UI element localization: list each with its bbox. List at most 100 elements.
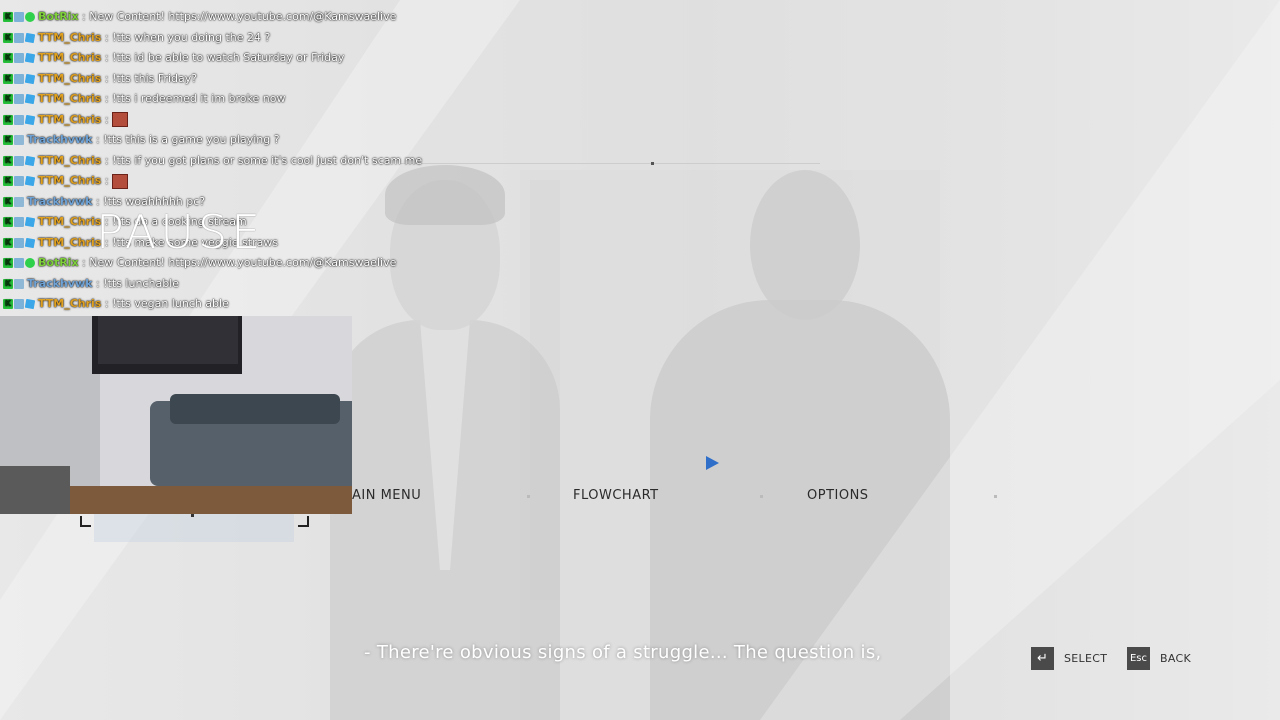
play-cursor-icon: [706, 456, 719, 470]
chat-badge-icon: [3, 12, 13, 22]
chat-badges: [3, 172, 36, 190]
chat-text: !tts when you doing the 24 ?: [112, 30, 271, 44]
chat-badges: [3, 70, 36, 88]
chat-username: TTM_Chris: [38, 71, 102, 85]
chat-separator: :: [101, 112, 113, 126]
chat-badges: [3, 213, 36, 231]
chat-badge-icon: [14, 32, 24, 43]
selection-tick: [191, 514, 194, 517]
chat-username: BotRix: [38, 256, 79, 269]
chat-message: BotRix : New Content! https://www.youtub…: [3, 8, 396, 26]
chat-username: TTM_Chris: [38, 112, 102, 126]
chat-badge-icon: [24, 237, 36, 248]
chat-username: TTM_Chris: [38, 215, 102, 228]
chat-badge-icon: [3, 135, 13, 145]
chat-badges: [3, 8, 36, 26]
chat-badges: [3, 29, 36, 47]
chat-username: TTM_Chris: [38, 297, 102, 310]
dialogue-subtitle: - There're obvious signs of a struggle..…: [364, 642, 882, 663]
chat-username: BotRix: [38, 10, 79, 23]
select-hint[interactable]: SELECT: [1031, 646, 1107, 670]
chat-badges: [3, 152, 36, 170]
chat-badge-icon: [3, 258, 13, 268]
chat-message: TTM_Chris : !tts this Friday?: [3, 70, 197, 88]
chat-badge-icon: [3, 32, 13, 43]
chat-badge-icon: [14, 237, 24, 248]
chat-badge-icon: [14, 12, 24, 22]
chat-message: TTM_Chris :: [3, 111, 129, 129]
chat-username: TTM_Chris: [38, 51, 102, 64]
chat-badge-icon: [14, 258, 24, 268]
menu-separator: [994, 495, 997, 498]
menu-item-options[interactable]: OPTIONS: [807, 488, 869, 503]
back-hint[interactable]: Esc BACK: [1127, 646, 1191, 670]
chat-username: TTM_Chris: [38, 92, 102, 105]
chat-badges: [3, 111, 36, 129]
chat-badge-icon: [24, 93, 36, 105]
chat-separator: :: [101, 92, 113, 105]
chat-badge-icon: [3, 196, 13, 207]
chat-username: TTM_Chris: [38, 235, 102, 249]
chat-badge-icon: [24, 52, 36, 64]
chat-username: TTM_Chris: [38, 174, 102, 187]
chat-badge-icon: [24, 155, 36, 166]
chat-badge-icon: [3, 155, 13, 166]
chat-badge-icon: [14, 135, 24, 145]
chat-badge-icon: [24, 73, 36, 84]
chat-badges: [3, 254, 36, 272]
chat-separator: :: [101, 153, 113, 167]
chat-separator: :: [101, 30, 113, 44]
menu-separator: [527, 495, 530, 498]
chat-username: Trackhvwk: [27, 133, 93, 146]
chat-badges: [3, 193, 25, 211]
menu-item-main-menu[interactable]: AIN MENU: [352, 488, 421, 503]
pause-divider-dot: [651, 162, 654, 165]
chat-message: TTM_Chris : !tts i redeemed it im broke …: [3, 90, 285, 108]
chat-text: !tts id be able to watch Saturday or Fri…: [112, 51, 345, 64]
chat-badges: [3, 295, 36, 313]
chat-text: !tts this is a game you playing ?: [103, 133, 280, 146]
back-hint-label: BACK: [1160, 651, 1191, 665]
chat-message: TTM_Chris : !tts if you got plans or som…: [3, 152, 422, 170]
chat-text: !tts this Friday?: [112, 71, 198, 85]
chat-badge-icon: [3, 94, 13, 104]
chat-badge-icon: [24, 114, 36, 125]
chat-badge-icon: [25, 12, 35, 22]
chat-badge-icon: [14, 155, 24, 166]
chat-badges: [3, 275, 25, 293]
chat-separator: :: [101, 51, 113, 64]
chat-message: TTM_Chris :: [3, 172, 129, 190]
chat-message: TTM_Chris : !tts id be able to watch Sat…: [3, 49, 344, 67]
chat-text: !tts if you got plans or some it's cool …: [112, 153, 423, 167]
stream-chat-overlay: BotRix : New Content! https://www.youtub…: [0, 0, 520, 316]
chat-separator: :: [92, 133, 104, 146]
enter-key-icon: [1031, 646, 1054, 670]
chat-badge-icon: [14, 114, 24, 125]
chat-text: !tts i redeemed it im broke now: [112, 92, 286, 105]
chat-badge-icon: [3, 114, 13, 125]
chat-badges: [3, 90, 36, 108]
esc-key-icon: Esc: [1127, 646, 1150, 670]
page-title: PAUSE: [96, 205, 265, 259]
chat-separator: :: [78, 256, 90, 269]
webcam-overlay: [0, 316, 352, 514]
chat-emote-icon: [112, 173, 129, 189]
chat-badge-icon: [3, 176, 13, 186]
chat-text: !tts lunchable: [103, 276, 180, 290]
menu-highlight-bar: [94, 514, 294, 542]
chat-badge-icon: [3, 53, 13, 63]
chat-badge-icon: [3, 278, 13, 289]
chat-badge-icon: [3, 299, 13, 309]
chat-emote-icon: [112, 112, 129, 127]
chat-badge-icon: [25, 258, 35, 268]
chat-badge-icon: [14, 94, 24, 104]
chat-badge-icon: [14, 196, 24, 207]
chat-badge-icon: [24, 32, 36, 43]
chat-username: Trackhvwk: [27, 276, 93, 290]
menu-item-flowchart[interactable]: FLOWCHART: [573, 488, 659, 503]
chat-separator: :: [101, 71, 113, 85]
chat-badge-icon: [24, 298, 36, 310]
chat-separator: :: [101, 297, 113, 310]
chat-username: TTM_Chris: [38, 30, 102, 44]
chat-badge-icon: [3, 73, 13, 84]
